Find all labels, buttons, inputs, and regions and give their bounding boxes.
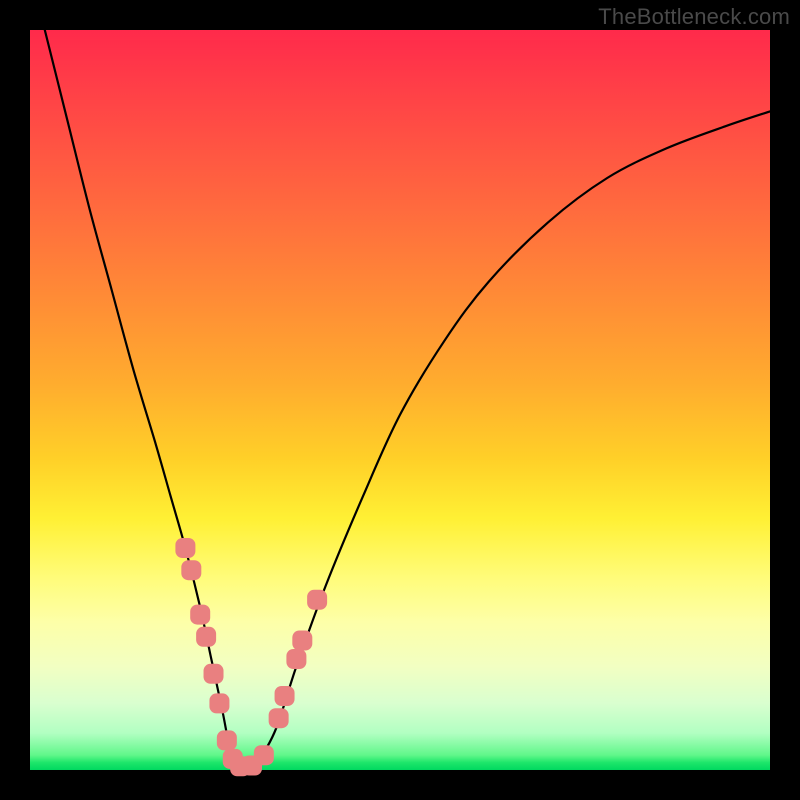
- chart-svg: [30, 30, 770, 770]
- highlight-dot: [181, 560, 201, 580]
- highlight-dot: [190, 605, 210, 625]
- highlight-dot: [204, 664, 224, 684]
- highlight-markers: [175, 538, 327, 776]
- highlight-dot: [275, 686, 295, 706]
- highlight-dot: [254, 745, 274, 765]
- plot-area: [30, 30, 770, 770]
- highlight-dot: [209, 693, 229, 713]
- watermark-text: TheBottleneck.com: [598, 4, 790, 30]
- bottleneck-curve: [45, 30, 770, 770]
- chart-frame: TheBottleneck.com: [0, 0, 800, 800]
- highlight-dot: [217, 730, 237, 750]
- highlight-dot: [175, 538, 195, 558]
- highlight-dot: [196, 627, 216, 647]
- highlight-dot: [307, 590, 327, 610]
- highlight-dot: [292, 631, 312, 651]
- highlight-dot: [269, 708, 289, 728]
- highlight-dot: [286, 649, 306, 669]
